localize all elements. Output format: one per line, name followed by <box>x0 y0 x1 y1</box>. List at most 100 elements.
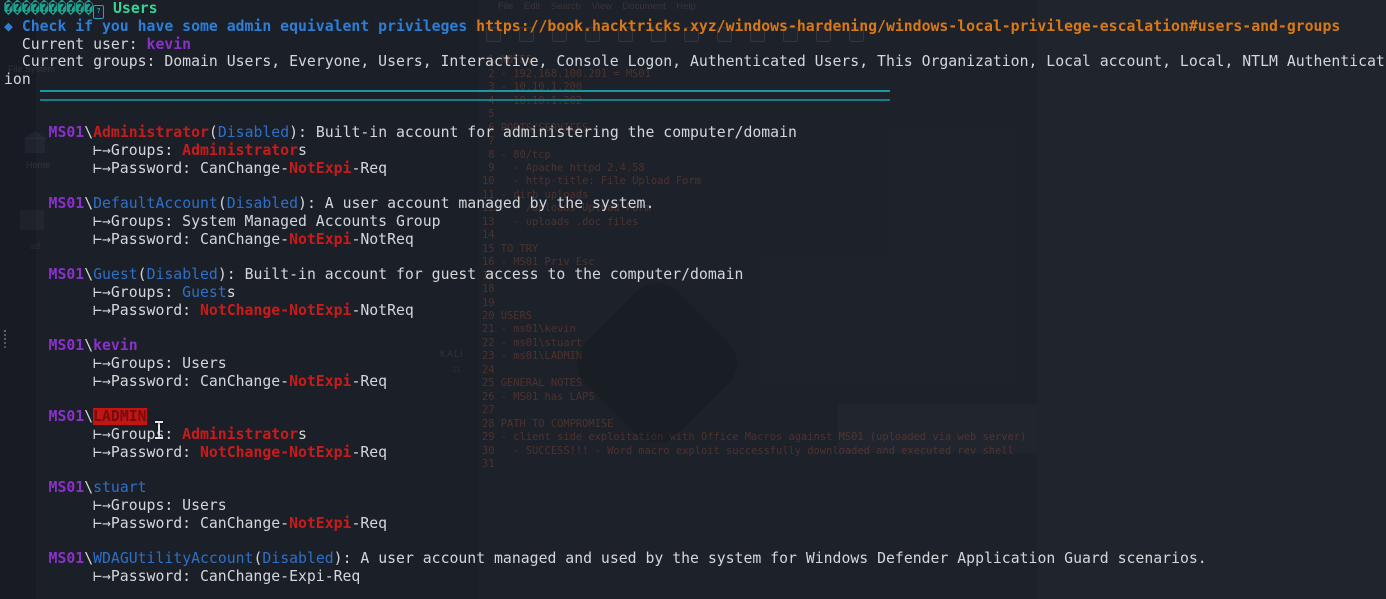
terminal-text-segment: Disabled <box>262 550 333 567</box>
terminal-text-segment: \ <box>84 337 93 354</box>
terminal-row: ����������? Users <box>4 0 1386 18</box>
terminal-text-segment: -Req <box>351 444 387 461</box>
terminal-text-segment: DefaultAccount <box>93 195 218 212</box>
terminal-text-segment: -Req <box>351 373 387 390</box>
hacktricks-link[interactable]: https://book.hacktricks.xyz/windows-hard… <box>476 18 1340 35</box>
terminal-text-segment: -Req <box>351 160 387 177</box>
terminal-row <box>4 391 1386 409</box>
terminal-text-segment: MS01 <box>4 195 84 212</box>
terminal-text-segment: Disabled <box>147 266 218 283</box>
terminal-row: ⊢→Groups: Administrators <box>4 426 1386 444</box>
terminal-text-segment: WDAGUtilityAccount <box>93 550 253 567</box>
terminal-text-segment: \ <box>84 408 93 425</box>
terminal-text-segment: MS01 <box>4 337 84 354</box>
terminal-row <box>4 462 1386 480</box>
highlighted-username: LADMIN <box>93 408 146 425</box>
terminal-text-segment: MS01 <box>4 479 84 496</box>
terminal-text-segment: NotExpi <box>289 231 351 248</box>
terminal-text-segment: ⊢→Password: CanChange-Expi-Req <box>4 568 360 585</box>
section-separator-line <box>40 90 890 101</box>
terminal-row: ⊢→Groups: Guests <box>4 284 1386 302</box>
terminal-text-segment: Guest <box>93 266 138 283</box>
terminal-row: ⊢→Groups: System Managed Accounts Group <box>4 213 1386 231</box>
terminal-text-segment: \ <box>84 266 93 283</box>
terminal-text-segment: ◆ Check if you have some admin equivalen… <box>4 18 476 35</box>
terminal-text-segment: ⊢→Groups: Users <box>4 497 227 514</box>
terminal-row: ⊢→Password: CanChange-NotExpi-Req <box>4 373 1386 391</box>
terminal-row: MS01\Administrator(Disabled): Built-in a… <box>4 124 1386 142</box>
terminal-row: ⊢→Password: NotChange-NotExpi-Req <box>4 444 1386 462</box>
terminal-row: MS01\Guest(Disabled): Built-in account f… <box>4 266 1386 284</box>
terminal-text-segment: ( <box>138 266 147 283</box>
terminal-text-segment: ): Built-in account for administering th… <box>289 124 797 141</box>
terminal-text-segment: s <box>298 142 307 159</box>
scrollbar-drag-handle[interactable] <box>4 330 6 332</box>
terminal-row: ⊢→Password: CanChange-NotExpi-Req <box>4 160 1386 178</box>
terminal-text-segment: kevin <box>147 36 192 53</box>
terminal-text-segment: s <box>298 426 307 443</box>
terminal-text-segment: ): A user account managed by the system. <box>298 195 654 212</box>
terminal-row: ⊢→Password: NotChange-NotExpi-NotReq <box>4 302 1386 320</box>
terminal-text-segment: ⊢→Password: CanChange- <box>4 160 289 177</box>
terminal-text-segment: ⊢→Password: <box>4 302 200 319</box>
terminal-row: MS01\LADMIN <box>4 408 1386 426</box>
terminal-text-segment: Administrator <box>93 124 209 141</box>
terminal-text-segment: Disabled <box>227 195 298 212</box>
terminal-text-segment: ( <box>209 124 218 141</box>
terminal-text-segment: Administrator <box>182 426 298 443</box>
terminal-text-segment: Users <box>104 0 157 17</box>
terminal-text-segment: \ <box>84 124 93 141</box>
terminal-text-segment: ⊢→Groups: Users <box>4 355 227 372</box>
terminal-text-segment: ⊢→Password: CanChange- <box>4 515 289 532</box>
terminal-row: MS01\stuart <box>4 479 1386 497</box>
terminal-text-segment: -NotReq <box>351 302 413 319</box>
terminal-text-segment: NotExpi <box>289 160 351 177</box>
terminal-text-segment: MS01 <box>4 124 84 141</box>
terminal-text-segment: Guest <box>182 284 227 301</box>
terminal-text-segment: ⊢→Groups: <box>4 284 182 301</box>
terminal-output[interactable]: ����������? Users◆ Check if you have som… <box>4 0 1386 586</box>
terminal-text-segment: MS01 <box>4 550 84 567</box>
terminal-text-segment: Disabled <box>218 124 289 141</box>
terminal-text-segment: ⊢→Password: CanChange- <box>4 231 289 248</box>
terminal-text-segment: MS01 <box>4 408 84 425</box>
terminal-row: ⊢→Password: CanChange-Expi-Req <box>4 568 1386 586</box>
terminal-text-segment: -Req <box>351 515 387 532</box>
terminal-text-segment: ���������� <box>4 0 93 17</box>
terminal-text-segment: ): A user account managed and used by th… <box>334 550 1207 567</box>
terminal-text-segment: NotExpi <box>289 373 351 390</box>
terminal-text-segment: ⊢→Password: CanChange- <box>4 373 289 390</box>
terminal-text-segment: s <box>227 284 236 301</box>
terminal-row <box>4 107 1386 125</box>
terminal-row: ⊢→Groups: Administrators <box>4 142 1386 160</box>
terminal-text-segment: stuart <box>93 479 146 496</box>
terminal-text-segment: \ <box>84 195 93 212</box>
terminal-text-segment: ): Built-in account for guest access to … <box>218 266 744 283</box>
terminal-text-segment: ( <box>218 195 227 212</box>
terminal-text-segment: ⊢→Groups: System Managed Accounts Group <box>4 213 441 230</box>
terminal-text-segment: ion <box>4 71 31 88</box>
terminal-text-segment: MS01 <box>4 266 84 283</box>
terminal-text-segment: Administrator <box>182 142 298 159</box>
terminal-row <box>4 249 1386 267</box>
terminal-row: ⊢→Groups: Users <box>4 355 1386 373</box>
terminal-text-segment: NotChange-NotExpi <box>200 302 351 319</box>
text-cursor-ibeam <box>154 421 164 438</box>
terminal-row: Current groups: Domain Users, Everyone, … <box>4 53 1386 71</box>
terminal-row: ion <box>4 71 1386 89</box>
terminal-text-segment: Current groups: Domain Users, Everyone, … <box>4 53 1385 70</box>
terminal-text-segment: -NotReq <box>351 231 413 248</box>
terminal-row <box>4 533 1386 551</box>
terminal-text-segment: \ <box>84 550 93 567</box>
terminal-text-segment: \ <box>84 479 93 496</box>
terminal-row: MS01\DefaultAccount(Disabled): A user ac… <box>4 195 1386 213</box>
terminal-row: Current user: kevin <box>4 36 1386 54</box>
terminal-text-segment: ⊢→Password: <box>4 444 200 461</box>
terminal-row: MS01\kevin <box>4 337 1386 355</box>
terminal-text-segment: NotExpi <box>289 515 351 532</box>
terminal-row <box>4 178 1386 196</box>
terminal-text-segment: ⊢→Groups: <box>4 142 182 159</box>
terminal-row: MS01\WDAGUtilityAccount(Disabled): A use… <box>4 550 1386 568</box>
terminal-row: ⊢→Password: CanChange-NotExpi-Req <box>4 515 1386 533</box>
terminal-row: ◆ Check if you have some admin equivalen… <box>4 18 1386 36</box>
